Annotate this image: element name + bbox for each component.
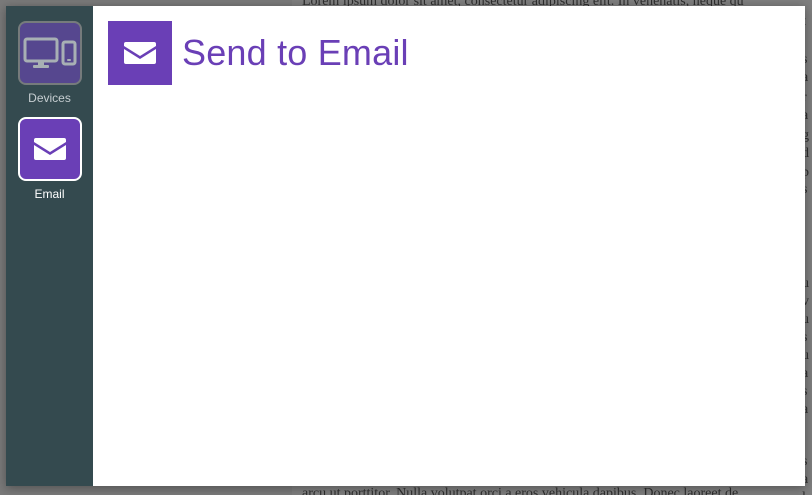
- sidebar-item-email[interactable]: Email: [6, 117, 93, 201]
- send-to-modal: Devices Email Send to Email: [6, 6, 805, 486]
- sidebar-item-label: Devices: [28, 91, 71, 105]
- header-email-icon-tile: [108, 21, 172, 85]
- content-panel: Send to Email: [93, 6, 805, 486]
- panel-header: Send to Email: [108, 21, 409, 85]
- devices-icon: [22, 35, 78, 71]
- email-icon: [123, 40, 157, 66]
- sidebar: Devices Email: [6, 6, 93, 486]
- page-title: Send to Email: [182, 32, 409, 73]
- devices-tile[interactable]: [17, 21, 82, 85]
- background-bottom-text: arcu ut porttitor. Nulla volutpat orci a…: [302, 486, 739, 495]
- email-icon: [33, 136, 67, 162]
- background-right-letter: l: [802, 490, 806, 495]
- email-tile[interactable]: [17, 117, 82, 181]
- sidebar-item-devices[interactable]: Devices: [6, 21, 93, 105]
- sidebar-item-label: Email: [34, 187, 65, 201]
